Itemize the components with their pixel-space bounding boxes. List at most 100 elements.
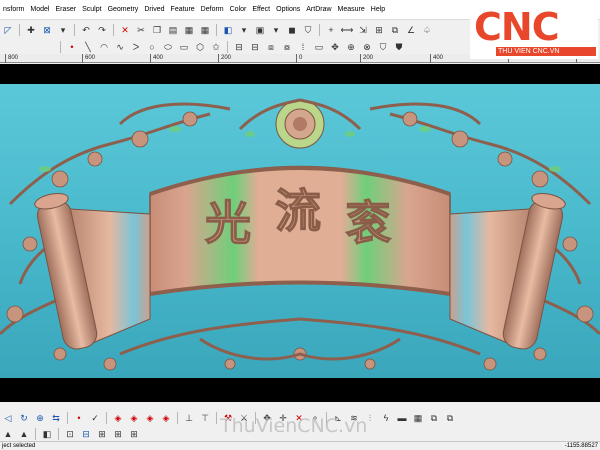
tool-icon[interactable]: ▲ (1, 427, 15, 441)
rectangle-icon[interactable]: ▭ (177, 40, 191, 54)
menu-sculpt[interactable]: Sculpt (79, 0, 104, 20)
menu-artdraw[interactable]: ArtDraw (303, 0, 334, 20)
menu-transform[interactable]: nsform (0, 0, 27, 20)
bottom-branches (119, 317, 481, 361)
polyline-icon[interactable]: ᐳ (129, 40, 143, 54)
toolbar-separator (60, 40, 61, 53)
copy-icon[interactable]: ❐ (150, 23, 164, 37)
join-icon[interactable]: ⊕ (344, 40, 358, 54)
diamond-icon[interactable]: ◈ (127, 411, 141, 425)
view-icon[interactable]: ◁ (1, 411, 15, 425)
move-icon[interactable]: ✚ (24, 23, 38, 37)
array-icon[interactable]: ⁞ (296, 40, 310, 54)
3d-viewport[interactable]: 光 流 衮 (0, 84, 600, 378)
ruler-tick (360, 54, 361, 63)
selection-status: ject selected (2, 443, 36, 449)
fill-icon[interactable]: ◼ (285, 23, 299, 37)
table-icon[interactable]: ▦ (411, 411, 425, 425)
menu-options[interactable]: Options (273, 0, 303, 20)
diamond-icon[interactable]: ◈ (111, 411, 125, 425)
tool-icon[interactable]: ⊞ (95, 427, 109, 441)
pointer-icon[interactable]: ◸ (1, 23, 15, 37)
tool-icon[interactable]: ⊞ (111, 427, 125, 441)
tool-icon[interactable]: ⊟ (79, 427, 93, 441)
tree-icon[interactable]: ♤ (420, 23, 434, 37)
toolbar-separator (58, 427, 59, 440)
grid-icon[interactable]: ▦ (198, 23, 212, 37)
resize-icon[interactable]: ⇲ (356, 23, 370, 37)
ungroup-icon[interactable]: ⧇ (280, 40, 294, 54)
menu-eraser[interactable]: Eraser (52, 0, 79, 20)
transform-icon[interactable]: ⊞ (372, 23, 386, 37)
align-icon[interactable]: ⊟ (232, 40, 246, 54)
ruler-tick (218, 54, 219, 63)
group-icon[interactable]: ⧈ (264, 40, 278, 54)
ruler-label: 200 (363, 55, 374, 61)
layer-icon[interactable]: ◧ (221, 23, 235, 37)
menu-feature[interactable]: Feature (168, 0, 198, 20)
trim-icon[interactable]: ✥ (328, 40, 342, 54)
arc-icon[interactable]: ◠ (97, 40, 111, 54)
measure-icon[interactable]: ⟷ (340, 23, 354, 37)
dropdown-icon[interactable]: ▾ (56, 23, 70, 37)
box-icon[interactable]: ▣ (253, 23, 267, 37)
redo-icon[interactable]: ↷ (95, 23, 109, 37)
menu-deform[interactable]: Deform (198, 0, 227, 20)
distribute-icon[interactable]: ⊟ (248, 40, 262, 54)
menu-model[interactable]: Model (27, 0, 52, 20)
ruler-label: 400 (153, 55, 164, 61)
zoom-icon[interactable]: ⊕ (33, 411, 47, 425)
bitmap-icon[interactable]: ▦ (182, 23, 196, 37)
delete-icon[interactable]: ✕ (118, 23, 132, 37)
tool-icon[interactable]: ⊞ (127, 427, 141, 441)
toolbar-separator (113, 23, 114, 36)
tool-icon[interactable]: ▲ (17, 427, 31, 441)
rotate-icon[interactable]: ↻ (17, 411, 31, 425)
smooth-icon[interactable]: ✓ (88, 411, 102, 425)
shield-icon[interactable]: ⛉ (301, 23, 315, 37)
dropdown-icon[interactable]: ▾ (237, 23, 251, 37)
ellipse-icon[interactable]: ⬭ (161, 40, 175, 54)
menu-drived[interactable]: Drived (141, 0, 167, 20)
add-node-icon[interactable]: + (324, 23, 338, 37)
ruler-label: 0 (299, 55, 303, 61)
pan-icon[interactable]: ⇆ (49, 411, 63, 425)
circle-icon[interactable]: ○ (145, 40, 159, 54)
menu-effect[interactable]: Effect (249, 0, 273, 20)
shield-icon[interactable]: ⛉ (376, 40, 390, 54)
point-icon[interactable]: • (72, 411, 86, 425)
level-icon[interactable]: ▬ (395, 411, 409, 425)
cube-icon[interactable]: ◧ (40, 427, 54, 441)
menu-help[interactable]: Help (368, 0, 388, 20)
curve-icon[interactable]: ∿ (113, 40, 127, 54)
menu-geometry[interactable]: Geometry (105, 0, 142, 20)
offset-icon[interactable]: ▭ (312, 40, 326, 54)
diamond-icon[interactable]: ◈ (143, 411, 157, 425)
tool-icon[interactable]: ⊡ (63, 427, 77, 441)
polygon-icon[interactable]: ⬡ (193, 40, 207, 54)
paste-icon[interactable]: ▤ (166, 23, 180, 37)
weld-icon[interactable]: ⊗ (360, 40, 374, 54)
dropdown-icon[interactable]: ▾ (269, 23, 283, 37)
star-icon[interactable]: ✩ (209, 40, 223, 54)
brush-icon[interactable]: ϟ (379, 411, 393, 425)
point-icon[interactable]: • (65, 40, 79, 54)
ruler-tick (430, 54, 431, 63)
carve-icon[interactable]: ⊤ (198, 411, 212, 425)
line-icon[interactable]: ╲ (81, 40, 95, 54)
toolbar-separator (74, 23, 75, 36)
angle-icon[interactable]: ∠ (404, 23, 418, 37)
shield-icon[interactable]: ⛊ (392, 40, 406, 54)
emboss-icon[interactable]: ⊥ (182, 411, 196, 425)
select-box-icon[interactable]: ⊠ (40, 23, 54, 37)
diamond-icon[interactable]: ◈ (159, 411, 173, 425)
mirror-icon[interactable]: ⧉ (388, 23, 402, 37)
menu-measure[interactable]: Measure (335, 0, 368, 20)
coordinate-readout: -1155.88527 (564, 443, 598, 449)
undo-icon[interactable]: ↶ (79, 23, 93, 37)
layers-icon[interactable]: ⧉ (427, 411, 441, 425)
layers-icon[interactable]: ⧉ (443, 411, 457, 425)
cut-icon[interactable]: ✂ (134, 23, 148, 37)
toolbar-separator (67, 412, 68, 424)
menu-color[interactable]: Color (227, 0, 250, 20)
